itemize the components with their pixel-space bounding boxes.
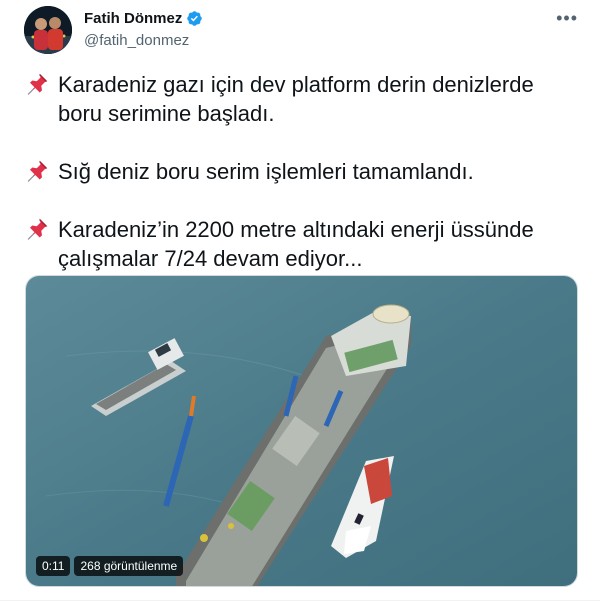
pushpin-icon xyxy=(27,73,48,95)
tweet-paragraph: Karadeniz gazı için dev platform derin d… xyxy=(24,70,574,128)
author-handle[interactable]: @fatih_donmez xyxy=(84,32,189,49)
pushpin-icon xyxy=(27,160,48,182)
video-player[interactable]: 0:11 268 görüntülenme xyxy=(25,275,578,587)
tweet: Fatih Dönmez @fatih_donmez ••• Karadeniz… xyxy=(0,0,600,603)
display-name[interactable]: Fatih Dönmez xyxy=(84,10,182,27)
tweet-paragraph: Karadeniz’in 2200 metre altındaki enerji… xyxy=(24,215,574,273)
verified-badge-icon xyxy=(187,11,203,26)
paragraph-text: Sığ deniz boru serim işlemleri tamamland… xyxy=(58,159,474,184)
video-overlay: 0:11 268 görüntülenme xyxy=(36,556,184,576)
pushpin-icon xyxy=(27,218,48,240)
video-view-count: 268 görüntülenme xyxy=(74,556,184,576)
paragraph-text: Karadeniz’in 2200 metre altındaki enerji… xyxy=(58,217,534,271)
video-frame xyxy=(26,276,577,586)
author-name-row[interactable]: Fatih Dönmez xyxy=(84,10,203,27)
avatar[interactable] xyxy=(24,6,72,54)
divider xyxy=(0,600,600,601)
tweet-paragraph: Sığ deniz boru serim işlemleri tamamland… xyxy=(24,157,574,186)
video-duration: 0:11 xyxy=(36,556,71,576)
more-options-icon[interactable]: ••• xyxy=(556,8,578,29)
paragraph-text: Karadeniz gazı için dev platform derin d… xyxy=(58,72,534,126)
tweet-text: Karadeniz gazı için dev platform derin d… xyxy=(24,70,574,273)
